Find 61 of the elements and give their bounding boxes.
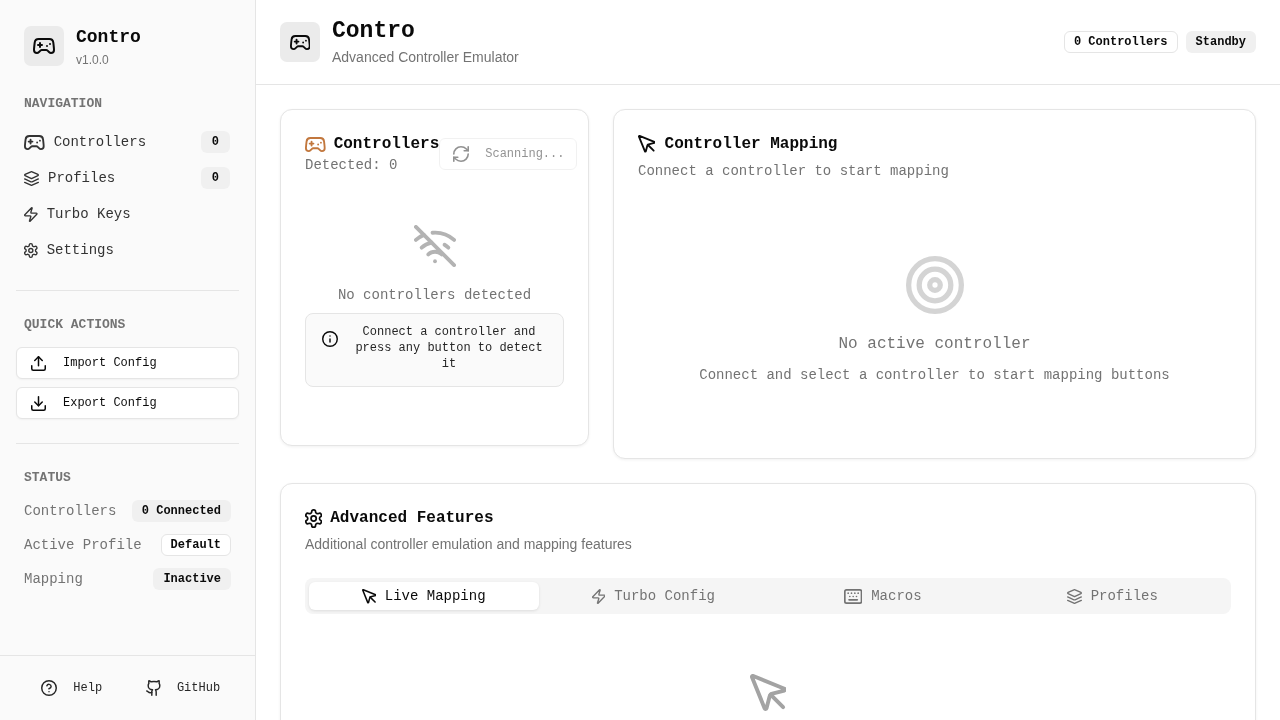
cursor-icon	[750, 674, 786, 712]
app-title: Contro	[76, 26, 141, 49]
card-title: Controller Mapping	[664, 134, 838, 155]
layers-icon	[24, 170, 39, 186]
card-title: Advanced Features	[330, 508, 494, 529]
section-heading: NAVIGATION	[23, 95, 103, 113]
status-badge: 0 Controllers	[1063, 31, 1178, 53]
cursor-icon	[638, 135, 655, 153]
layers-icon	[1066, 588, 1082, 604]
status-badge: Inactive	[153, 568, 231, 590]
tab[interactable]: Turbo Config	[538, 582, 768, 610]
status-label: Controllers	[24, 503, 117, 519]
count-badge: 0	[200, 167, 230, 189]
lightning-icon	[591, 588, 606, 604]
footer-link[interactable]: GitHub	[140, 672, 227, 704]
settings-icon	[24, 242, 38, 258]
footer-link[interactable]: Help	[35, 672, 109, 704]
gamepad-icon	[280, 22, 320, 62]
count-badge: 0	[200, 131, 230, 153]
lightning-icon	[24, 206, 38, 222]
nav-item[interactable]: Profiles 0	[16, 160, 239, 196]
info-icon	[322, 331, 338, 347]
nav-item[interactable]: Controllers 0	[16, 124, 239, 160]
gamepad-icon	[24, 134, 45, 150]
nav-item[interactable]: Turbo Keys	[16, 196, 239, 232]
gamepad-icon	[305, 136, 326, 152]
detected-count: Detected: 0	[305, 156, 399, 175]
tab[interactable]: Profiles	[997, 582, 1227, 610]
card-subtitle: Connect a controller to start mapping	[638, 162, 950, 181]
keyboard-icon	[843, 588, 863, 604]
help-icon	[41, 680, 58, 696]
page-title: Contro	[332, 17, 416, 45]
cursor-icon	[361, 588, 376, 604]
settings-icon	[305, 508, 323, 528]
refresh-icon	[453, 146, 470, 162]
download-icon	[31, 395, 46, 411]
empty-message: No controllers detected	[337, 286, 532, 305]
wifi-off-icon	[413, 225, 456, 267]
version-label: v1.0.0	[76, 52, 110, 68]
card-title: Controllers	[333, 134, 440, 155]
target-icon	[905, 256, 964, 314]
empty-message: Connect and select a controller to start mapping buttons	[699, 366, 1170, 385]
upload-icon	[31, 355, 46, 371]
hint-text: Connect a controller and press any button to detect it	[354, 324, 544, 372]
status-badge: Default	[160, 534, 231, 556]
status-label: Active Profile	[24, 537, 142, 553]
status-badge: Standby	[1185, 31, 1256, 53]
action-button[interactable]: Export Config	[16, 387, 239, 419]
card-subtitle: Additional controller emulation and mapping features	[305, 535, 633, 554]
section-heading: QUICK ACTIONS	[23, 316, 127, 334]
action-button[interactable]: Import Config	[16, 347, 239, 379]
page-subtitle: Advanced Controller Emulator	[332, 48, 519, 67]
github-icon	[146, 680, 161, 696]
gamepad-icon	[24, 26, 64, 66]
empty-title: No active controller	[838, 334, 1031, 355]
nav-item[interactable]: Settings	[16, 232, 239, 268]
status-label: Mapping	[24, 571, 83, 587]
status-badge: 0 Connected	[131, 500, 231, 522]
section-heading: STATUS	[23, 469, 72, 487]
tab[interactable]: Live Mapping	[309, 582, 539, 610]
tab[interactable]: Macros	[768, 582, 998, 610]
